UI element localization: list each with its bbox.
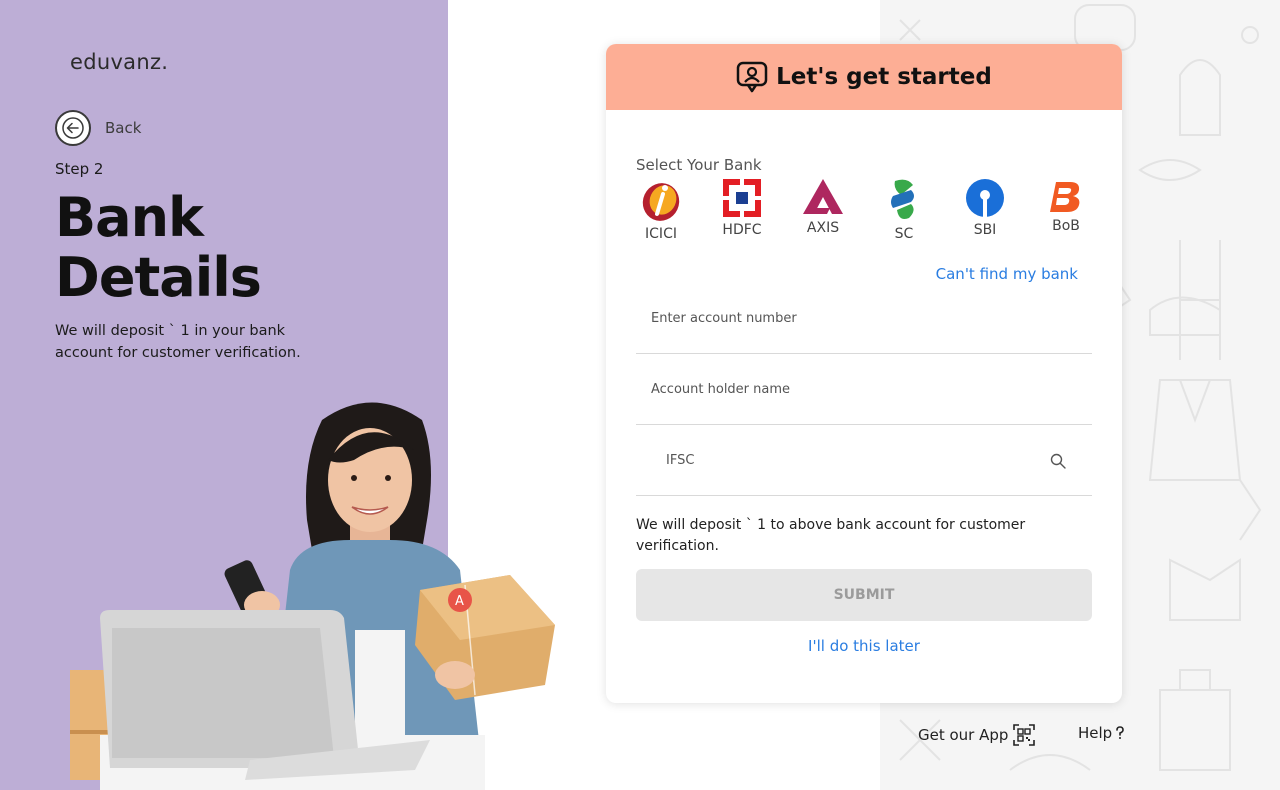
account-number-input[interactable] xyxy=(636,305,1092,331)
bank-list: ICICI HDFC AXIS SC SBI BoB xyxy=(626,178,1102,248)
account-holder-name-input[interactable] xyxy=(636,376,1092,402)
get-app-link[interactable]: Get our App xyxy=(918,724,1036,746)
back-button[interactable]: Back xyxy=(55,110,141,146)
bank-option-axis[interactable]: AXIS xyxy=(788,178,858,236)
qr-code-icon[interactable] xyxy=(1013,724,1036,746)
help-link[interactable]: Help xyxy=(1078,724,1125,742)
back-label[interactable]: Back xyxy=(105,119,141,137)
sbi-logo-icon xyxy=(966,179,1004,217)
submit-button[interactable]: SUBMIT xyxy=(636,569,1092,621)
bank-details-card: Let's get started Select Your Bank ICICI xyxy=(606,44,1122,703)
step-indicator: Step 2 xyxy=(55,160,104,178)
bank-option-icici[interactable]: ICICI xyxy=(626,178,696,242)
bank-name-axis: AXIS xyxy=(806,220,840,236)
icici-logo-icon xyxy=(642,183,680,221)
get-app-label[interactable]: Get our App xyxy=(918,726,1008,744)
svg-text:A: A xyxy=(455,594,464,609)
bank-option-sc[interactable]: SC xyxy=(869,178,939,242)
arrow-left-icon[interactable] xyxy=(55,110,91,146)
deposit-note: We will deposit ` 1 to above bank accoun… xyxy=(636,517,1026,554)
question-mark-icon[interactable] xyxy=(1115,726,1125,740)
ifsc-field xyxy=(636,425,1092,496)
hdfc-logo-icon xyxy=(723,179,761,217)
eduvanz-logo[interactable]: eduvanz. xyxy=(70,50,168,74)
page-description: We will deposit ` 1 in your bank account… xyxy=(55,323,301,361)
card-header: Let's get started xyxy=(606,44,1122,110)
standard-chartered-logo-icon xyxy=(891,179,914,219)
account-holder-name-field xyxy=(636,354,1092,425)
bank-name-hdfc: HDFC xyxy=(722,222,762,238)
user-chat-icon xyxy=(736,61,768,93)
woman-with-laptop-illustration: A xyxy=(70,402,555,790)
bob-logo-icon xyxy=(1050,182,1080,212)
page-title: Bank Details xyxy=(55,188,435,308)
page-title-line2: Details xyxy=(55,246,262,309)
search-icon[interactable] xyxy=(1050,453,1066,469)
bank-name-bob: BoB xyxy=(1052,218,1080,234)
axis-logo-icon xyxy=(803,179,843,214)
bank-name-sc: SC xyxy=(894,226,914,242)
bank-option-sbi[interactable]: SBI xyxy=(950,178,1020,238)
cant-find-bank-link[interactable]: Can't find my bank xyxy=(936,265,1078,283)
ifsc-input[interactable] xyxy=(636,447,1092,473)
account-number-field xyxy=(636,283,1092,354)
bank-name-icici: ICICI xyxy=(645,226,677,242)
bank-name-sbi: SBI xyxy=(973,222,997,238)
do-this-later-link[interactable]: I'll do this later xyxy=(606,637,1122,655)
bank-option-bob[interactable]: BoB xyxy=(1031,178,1101,234)
card-header-title: Let's get started xyxy=(776,64,992,90)
select-bank-label: Select Your Bank xyxy=(636,156,762,174)
bank-option-hdfc[interactable]: HDFC xyxy=(707,178,777,238)
page-title-line1: Bank xyxy=(55,186,204,249)
help-label[interactable]: Help xyxy=(1078,724,1112,742)
